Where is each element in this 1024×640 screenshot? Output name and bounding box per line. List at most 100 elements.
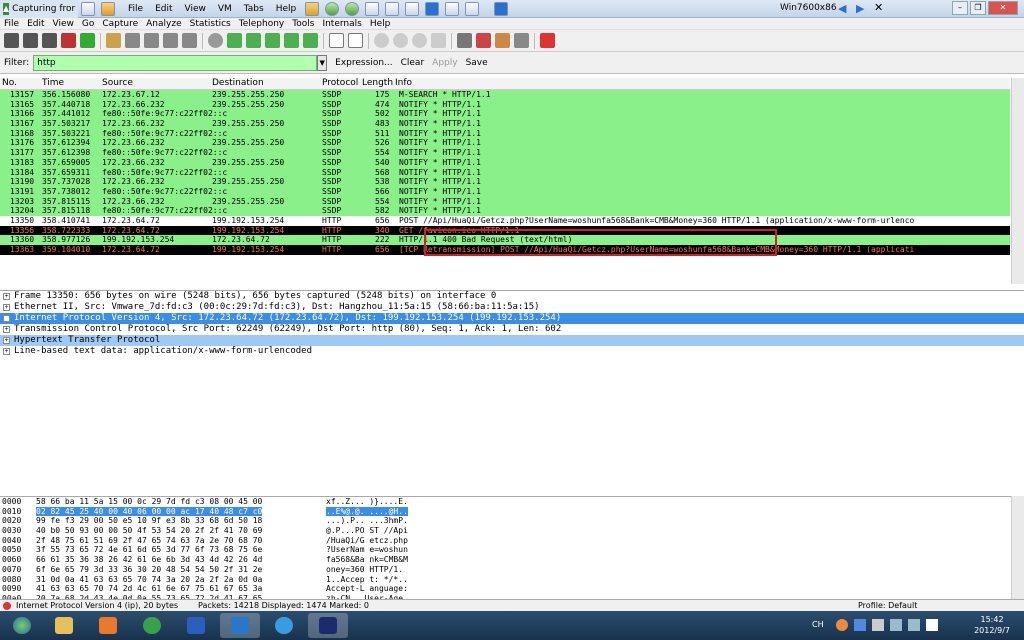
- print-icon[interactable]: [182, 33, 197, 48]
- detail-tree-item[interactable]: + Internet Protocol Version 4, Src: 172.2…: [0, 313, 1024, 324]
- column-time[interactable]: Time: [42, 78, 64, 88]
- vm-menu-view[interactable]: View: [179, 4, 212, 14]
- detail-tree-item[interactable]: + Hypertext Transfer Protocol: [0, 335, 1024, 346]
- go-forward-icon[interactable]: [246, 33, 261, 48]
- packet-row[interactable]: 13176 357.612394 172.23.66.232 239.255.255.…: [0, 138, 1010, 149]
- byte-row[interactable]: 0050 3f 55 73 65 72 4e 61 6d 65 3d 77 6f …: [0, 545, 1024, 555]
- detail-tree-item[interactable]: + Line-based text data: application/x-www…: [0, 346, 1024, 357]
- menu-edit[interactable]: Edit: [23, 18, 48, 29]
- zoom-in-icon[interactable]: [374, 33, 389, 48]
- vm-forward-icon[interactable]: ▶: [856, 2, 864, 15]
- packet-row[interactable]: 13191 357.738012 fe80::50fe:9c77:c22ff02::…: [0, 186, 1010, 197]
- help-icon[interactable]: [540, 33, 555, 48]
- display-filters-icon[interactable]: [476, 33, 491, 48]
- bytes-scrollbar[interactable]: [1011, 496, 1024, 599]
- detail-tree-item[interactable]: + Transmission Control Protocol, Src Port…: [0, 324, 1024, 335]
- byte-row[interactable]: 0040 2f 48 75 61 51 69 2f 47 65 74 63 7a …: [0, 536, 1024, 546]
- save-file-icon[interactable]: [125, 33, 140, 48]
- menu-analyze[interactable]: Analyze: [142, 18, 185, 29]
- vm-suspend-icon[interactable]: [305, 1, 320, 16]
- preferences-icon[interactable]: [514, 33, 529, 48]
- byte-row[interactable]: 0030 40 b0 50 93 00 00 50 4f 53 54 20 2f …: [0, 526, 1024, 536]
- byte-row[interactable]: 0090 41 63 63 65 70 74 2d 4c 61 6e 67 75 …: [0, 584, 1024, 594]
- taskbar-player[interactable]: [88, 613, 128, 638]
- window-title-tab[interactable]: ▲ Capturing fror: [0, 0, 78, 18]
- menu-capture[interactable]: Capture: [98, 18, 142, 29]
- taskbar-paw-app[interactable]: [176, 613, 216, 638]
- packet-row[interactable]: 13165 357.440718 172.23.66.232 239.255.255.…: [0, 99, 1010, 110]
- restart-capture-icon[interactable]: [80, 33, 95, 48]
- filter-input[interactable]: http: [33, 54, 318, 71]
- expand-icon[interactable]: +: [3, 304, 10, 311]
- menu-file[interactable]: File: [0, 18, 23, 29]
- status-expert-icon[interactable]: [3, 602, 11, 610]
- start-button[interactable]: [2, 613, 42, 638]
- reload-icon[interactable]: [163, 33, 178, 48]
- capture-filters-icon[interactable]: [457, 33, 472, 48]
- packet-row[interactable]: 13167 357.503217 172.23.66.232 239.255.255.…: [0, 119, 1010, 129]
- byte-row[interactable]: 0010 02 82 45 25 40 00 40 06 00 00 ac 17 …: [0, 506, 1024, 517]
- column-info[interactable]: Info: [395, 78, 412, 88]
- language-indicator[interactable]: CH: [812, 620, 824, 629]
- byte-row[interactable]: 0020 99 fe f3 29 00 50 e5 10 9f e3 8b 33 …: [0, 516, 1024, 526]
- expression-button[interactable]: Expression...: [335, 58, 392, 68]
- vm-view-2-icon[interactable]: [405, 1, 420, 16]
- taskbar-browser-green[interactable]: [132, 613, 172, 638]
- packet-row[interactable]: 13168 357.503221 fe80::50fe:9c77:c22ff02::…: [0, 128, 1010, 139]
- clear-button[interactable]: Clear: [401, 58, 425, 68]
- tray-icon-1[interactable]: [836, 619, 848, 631]
- apply-button[interactable]: Apply: [432, 58, 457, 68]
- interfaces-icon[interactable]: [4, 33, 19, 48]
- byte-row[interactable]: 0000 58 66 ba 11 5a 15 00 0c 29 7d fd c3 …: [0, 497, 1024, 507]
- zoom-normal-icon[interactable]: [412, 33, 427, 48]
- flag-icon[interactable]: [926, 619, 938, 631]
- expand-icon[interactable]: +: [3, 348, 10, 355]
- packet-row[interactable]: 13183 357.659005 172.23.66.232 239.255.255.…: [0, 157, 1010, 168]
- vm-menu-edit[interactable]: Edit: [149, 4, 178, 14]
- vm-console-icon[interactable]: [465, 1, 480, 16]
- go-first-icon[interactable]: [284, 33, 299, 48]
- expand-icon[interactable]: +: [3, 337, 10, 344]
- packet-row[interactable]: 13157 356.156080 172.23.67.12 239.255.255.2…: [0, 90, 1010, 100]
- packet-row[interactable]: 13166 357.441012 fe80::50fe:9c77:c22ff02::…: [0, 109, 1010, 120]
- vm-close-tab-icon[interactable]: ✕: [874, 1, 883, 14]
- filter-dropdown[interactable]: ▼: [317, 54, 328, 71]
- vm-fullscreen-icon[interactable]: [425, 1, 440, 16]
- expand-icon[interactable]: +: [3, 293, 10, 300]
- vm-manager-icon[interactable]: [365, 1, 380, 16]
- start-capture-icon[interactable]: [42, 33, 57, 48]
- vm-stretch-icon[interactable]: [494, 1, 509, 16]
- byte-row[interactable]: 0070 6f 6e 65 79 3d 33 36 30 20 48 54 54 …: [0, 565, 1024, 575]
- vm-menu-file[interactable]: File: [122, 4, 149, 14]
- packet-list-scrollbar[interactable]: [1011, 78, 1024, 284]
- vm-home-icon[interactable]: [101, 1, 115, 16]
- vm-menu-vm[interactable]: VM: [212, 4, 238, 14]
- taskbar-network-tool[interactable]: [308, 613, 348, 638]
- byte-row[interactable]: 0080 31 0d 0a 41 63 63 65 70 74 3a 20 2a …: [0, 575, 1024, 585]
- taskbar-explorer[interactable]: [44, 613, 84, 638]
- volume-icon[interactable]: [908, 619, 920, 631]
- open-file-icon[interactable]: [106, 33, 121, 48]
- menu-statistics[interactable]: Statistics: [186, 18, 235, 29]
- menu-tools[interactable]: Tools: [288, 18, 318, 29]
- zoom-out-icon[interactable]: [393, 33, 408, 48]
- packet-row[interactable]: 13204 357.815118 fe80::50fe:9c77:c22ff02::…: [0, 206, 1010, 216]
- go-last-icon[interactable]: [303, 33, 318, 48]
- coloring-rules-icon[interactable]: [495, 33, 510, 48]
- expand-icon[interactable]: +: [3, 326, 10, 333]
- menu-view[interactable]: View: [49, 18, 78, 29]
- vm-pin-icon[interactable]: [81, 1, 95, 16]
- close-file-icon[interactable]: [144, 33, 159, 48]
- save-button[interactable]: Save: [466, 58, 488, 68]
- minimize-button[interactable]: –: [952, 1, 968, 15]
- column-source[interactable]: Source: [102, 78, 133, 88]
- find-packet-icon[interactable]: [208, 33, 223, 48]
- vm-unity-icon[interactable]: [445, 1, 460, 16]
- tray-icon-2[interactable]: [854, 619, 866, 631]
- packet-row[interactable]: 13350 358.410741 172.23.64.72 199.192.153.2…: [0, 215, 1010, 226]
- tray-icon-3[interactable]: [872, 619, 884, 631]
- vm-snapshot-icon[interactable]: [325, 1, 340, 16]
- options-icon[interactable]: [23, 33, 38, 48]
- column-no[interactable]: No.: [2, 78, 17, 88]
- resize-columns-icon[interactable]: [431, 33, 446, 48]
